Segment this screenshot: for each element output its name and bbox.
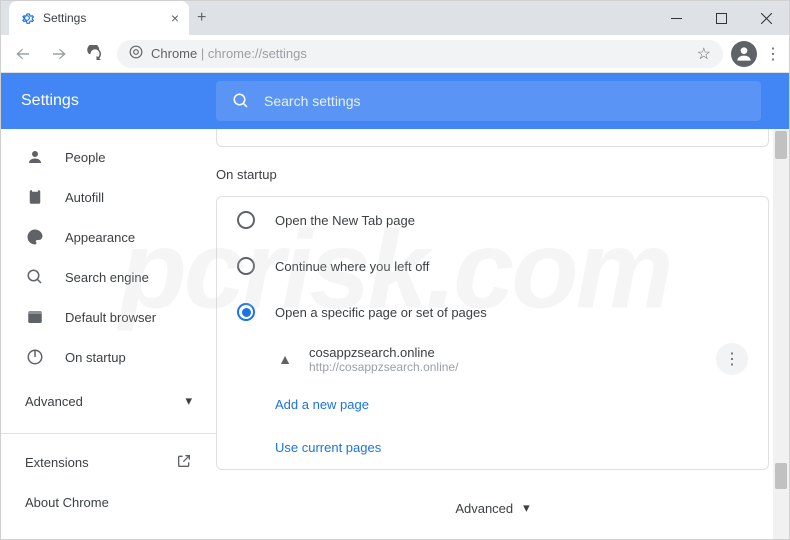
page-title: Settings [21, 92, 216, 110]
palette-icon [25, 228, 45, 246]
new-tab-button[interactable]: + [197, 9, 206, 27]
settings-header: Settings [1, 73, 789, 129]
address-bar: Chrome | chrome://settings ☆ ⋮ [1, 35, 789, 73]
settings-gear-icon [19, 10, 35, 26]
search-icon [25, 268, 45, 286]
sidebar-item-on-startup[interactable]: On startup [1, 337, 216, 377]
startup-page-row: ▲ cosappzsearch.online http://cosappzsea… [217, 335, 768, 383]
previous-card-edge [216, 129, 769, 147]
search-settings-box[interactable] [216, 81, 761, 121]
forward-button[interactable] [45, 40, 73, 68]
settings-main: On startup Open the New Tab page Continu… [216, 129, 789, 539]
back-button[interactable] [9, 40, 37, 68]
scrollbar-thumb[interactable] [775, 463, 787, 489]
sidebar-item-appearance[interactable]: Appearance [1, 217, 216, 257]
tab-title: Settings [43, 11, 163, 25]
use-current-pages-link[interactable]: Use current pages [217, 426, 768, 469]
sidebar-advanced-toggle[interactable]: Advanced ▾ [1, 377, 216, 425]
chevron-down-icon: ▾ [523, 500, 530, 516]
chrome-menu-button[interactable]: ⋮ [765, 44, 781, 64]
tab-close-icon[interactable]: × [171, 10, 179, 26]
sidebar-about-link[interactable]: About Chrome [1, 482, 216, 522]
add-new-page-link[interactable]: Add a new page [217, 383, 768, 426]
startup-page-name: cosappzsearch.online [309, 345, 702, 360]
site-favicon: ▲ [275, 349, 295, 369]
search-settings-input[interactable] [264, 93, 745, 109]
profile-avatar[interactable] [731, 41, 757, 67]
chevron-down-icon: ▾ [185, 393, 192, 409]
section-title: On startup [216, 167, 769, 182]
omnibox[interactable]: Chrome | chrome://settings ☆ [117, 40, 723, 68]
page-menu-button[interactable]: ⋮ [716, 343, 748, 375]
maximize-button[interactable] [699, 1, 744, 35]
radio-continue[interactable]: Continue where you left off [217, 243, 768, 289]
advanced-section-toggle[interactable]: Advanced ▾ [216, 500, 769, 516]
browser-tab[interactable]: Settings × [9, 1, 189, 35]
settings-sidebar: People Autofill Appearance Search engine… [1, 129, 216, 539]
radio-icon [237, 211, 255, 229]
on-startup-card: Open the New Tab page Continue where you… [216, 196, 769, 470]
reload-button[interactable] [81, 40, 109, 68]
sidebar-item-autofill[interactable]: Autofill [1, 177, 216, 217]
external-link-icon [176, 453, 192, 472]
sidebar-item-people[interactable]: People [1, 137, 216, 177]
minimize-button[interactable] [654, 1, 699, 35]
window-titlebar: Settings × + [1, 1, 789, 35]
startup-page-url: http://cosappzsearch.online/ [309, 360, 702, 374]
scrollbar[interactable] [773, 129, 789, 539]
scrollbar-arrow-up[interactable] [775, 131, 787, 159]
search-icon [232, 92, 250, 110]
omnibox-text: Chrome | chrome://settings [151, 46, 307, 61]
radio-icon [237, 303, 255, 321]
clipboard-icon [25, 188, 45, 206]
radio-specific-page[interactable]: Open a specific page or set of pages [217, 289, 768, 335]
radio-new-tab[interactable]: Open the New Tab page [217, 197, 768, 243]
bookmark-star-icon[interactable]: ☆ [697, 44, 711, 64]
sidebar-item-default-browser[interactable]: Default browser [1, 297, 216, 337]
divider [1, 433, 216, 434]
window-controls [654, 1, 789, 35]
close-window-button[interactable] [744, 1, 789, 35]
chrome-icon [129, 45, 143, 62]
person-icon [25, 148, 45, 166]
sidebar-extensions-link[interactable]: Extensions [1, 442, 216, 482]
browser-icon [25, 308, 45, 326]
power-icon [25, 348, 45, 366]
radio-icon [237, 257, 255, 275]
sidebar-item-search-engine[interactable]: Search engine [1, 257, 216, 297]
